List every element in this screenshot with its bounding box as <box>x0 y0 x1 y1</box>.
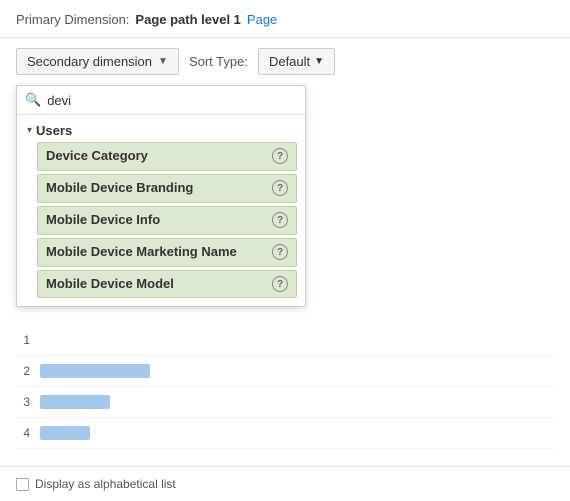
help-icon[interactable]: ? <box>272 276 288 292</box>
secondary-dimension-label: Secondary dimension <box>27 54 152 69</box>
menu-item-mobile-device-marketing-name[interactable]: Mobile Device Marketing Name ? <box>37 238 297 267</box>
menu-item-mobile-device-branding[interactable]: Mobile Device Branding ? <box>37 174 297 203</box>
menu-items-list: Device Category ? Mobile Device Branding… <box>17 142 305 306</box>
table-area: 1 2 3 4 <box>0 315 570 459</box>
sort-type-arrow-icon: ▼ <box>314 56 324 67</box>
table-row: 4 <box>16 418 554 449</box>
menu-item-label: Mobile Device Model <box>46 276 272 293</box>
alphabetical-list-checkbox-label[interactable]: Display as alphabetical list <box>16 477 176 491</box>
primary-dimension-link[interactable]: Page <box>247 12 277 27</box>
dropdown-panel: 🔍 ▾ Users Device Category ? Mobile Devic… <box>16 85 306 307</box>
primary-dimension-bar: Primary Dimension: Page path level 1 Pag… <box>0 0 570 38</box>
row-bar <box>40 364 150 378</box>
row-number: 4 <box>16 426 30 440</box>
table-row: 1 <box>16 325 554 356</box>
menu-item-label: Mobile Device Marketing Name <box>46 244 272 261</box>
secondary-dimension-button[interactable]: Secondary dimension ▼ <box>16 48 179 75</box>
primary-dimension-value: Page path level 1 <box>135 12 241 27</box>
menu-item-mobile-device-info[interactable]: Mobile Device Info ? <box>37 206 297 235</box>
row-number: 3 <box>16 395 30 409</box>
row-number: 1 <box>16 333 30 347</box>
dropdown-container: 🔍 ▾ Users Device Category ? Mobile Devic… <box>16 85 554 307</box>
row-bar <box>40 426 90 440</box>
menu-item-label: Device Category <box>46 148 272 165</box>
search-icon: 🔍 <box>25 92 41 108</box>
help-icon[interactable]: ? <box>272 148 288 164</box>
alphabetical-list-checkbox[interactable] <box>16 478 29 491</box>
toolbar: Secondary dimension ▼ Sort Type: Default… <box>0 38 570 85</box>
menu-item-device-category[interactable]: Device Category ? <box>37 142 297 171</box>
section-title: Users <box>36 123 72 138</box>
alphabetical-list-label: Display as alphabetical list <box>35 477 176 491</box>
table-row: 2 <box>16 356 554 387</box>
menu-item-mobile-device-model[interactable]: Mobile Device Model ? <box>37 270 297 299</box>
help-icon[interactable]: ? <box>272 244 288 260</box>
users-section-header: ▾ Users <box>17 115 305 142</box>
footer-bar: Display as alphabetical list <box>0 466 570 501</box>
table-rows: 1 2 3 4 <box>16 325 554 449</box>
help-icon[interactable]: ? <box>272 180 288 196</box>
primary-dimension-label: Primary Dimension: <box>16 12 129 27</box>
search-box: 🔍 <box>17 86 305 115</box>
sort-type-label: Sort Type: <box>189 54 248 69</box>
row-bar <box>40 395 110 409</box>
menu-item-label: Mobile Device Branding <box>46 180 272 197</box>
sort-type-button[interactable]: Default ▼ <box>258 48 335 75</box>
search-input[interactable] <box>47 93 297 108</box>
table-row: 3 <box>16 387 554 418</box>
sort-type-value: Default <box>269 54 310 69</box>
section-collapse-icon[interactable]: ▾ <box>27 125 32 136</box>
help-icon[interactable]: ? <box>272 212 288 228</box>
row-number: 2 <box>16 364 30 378</box>
secondary-dimension-arrow-icon: ▼ <box>158 56 168 67</box>
menu-item-label: Mobile Device Info <box>46 212 272 229</box>
